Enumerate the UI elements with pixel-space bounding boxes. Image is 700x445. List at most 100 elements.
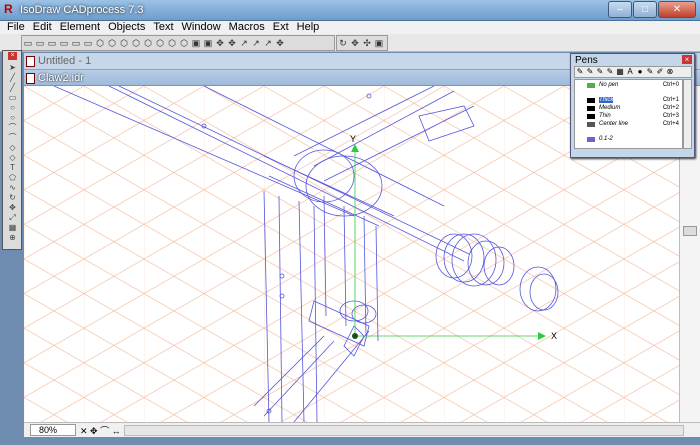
title-bar: R IsoDraw CADprocess 7.3 – □ ✕ bbox=[0, 0, 700, 21]
menu-macros[interactable]: Macros bbox=[225, 21, 269, 34]
paste-icon[interactable]: ▭ bbox=[82, 36, 94, 50]
pens-panel-title: Pens bbox=[575, 55, 598, 66]
move-tool-icon[interactable]: ✥ bbox=[5, 203, 20, 212]
pen-row-thick[interactable]: Thick Ctrl+1 bbox=[577, 97, 681, 104]
zoom-tool-icon[interactable]: ⊕ bbox=[5, 233, 20, 242]
y-axis-label: Y bbox=[350, 134, 356, 144]
pen-icon[interactable]: ✎ bbox=[585, 67, 595, 77]
pen-name: Thin bbox=[599, 113, 611, 119]
save-icon[interactable]: ▭ bbox=[46, 36, 58, 50]
cube-icon[interactable]: ⬡ bbox=[142, 36, 154, 50]
iso-tool-icon[interactable]: ◇ bbox=[5, 153, 20, 162]
pen-shortcut: Ctrl+2 bbox=[662, 105, 679, 111]
menu-edit[interactable]: Edit bbox=[29, 21, 56, 34]
text-tool-icon[interactable]: T bbox=[5, 163, 20, 172]
cube-icon[interactable]: ⬡ bbox=[130, 36, 142, 50]
close-icon[interactable]: × bbox=[682, 55, 692, 64]
move-icon[interactable]: ✥ bbox=[349, 36, 361, 50]
pen-shortcut: Ctrl+1 bbox=[662, 97, 679, 103]
cube-icon[interactable]: ⬡ bbox=[154, 36, 166, 50]
menu-element[interactable]: Element bbox=[56, 21, 104, 34]
cube-icon[interactable]: ⬡ bbox=[106, 36, 118, 50]
pen-icon[interactable]: ✎ bbox=[575, 67, 585, 77]
pens-toolbar: ✎ ✎ ✎ ✎ ▦ A ● ✎ ✐ ⊗ bbox=[574, 66, 692, 78]
menu-file[interactable]: File bbox=[3, 21, 29, 34]
bezier-tool-icon[interactable]: ∿ bbox=[5, 183, 20, 192]
pen-row-center-line[interactable]: Center line Ctrl+4 bbox=[577, 121, 681, 128]
cube-icon[interactable]: ⬡ bbox=[118, 36, 130, 50]
maximize-button[interactable]: □ bbox=[633, 1, 657, 18]
close-icon[interactable]: × bbox=[8, 52, 17, 60]
curve-tool-icon[interactable]: ⌒ bbox=[5, 123, 20, 132]
iso-tool-icon[interactable]: ◇ bbox=[5, 143, 20, 152]
pen-icon[interactable]: ✎ bbox=[595, 67, 605, 77]
zoom-level[interactable]: 80% bbox=[30, 424, 76, 436]
menu-objects[interactable]: Objects bbox=[104, 21, 149, 34]
line-tool-icon[interactable]: ╱ bbox=[5, 83, 20, 92]
pen-icon[interactable]: ✎ bbox=[605, 67, 615, 77]
cube-icon[interactable]: ⬡ bbox=[178, 36, 190, 50]
text-icon[interactable]: A bbox=[625, 67, 635, 77]
pen-name: Medium bbox=[599, 105, 621, 111]
brush-icon[interactable]: ✐ bbox=[655, 67, 665, 77]
cube-icon[interactable]: ⬡ bbox=[166, 36, 178, 50]
pens-scrollbar[interactable] bbox=[683, 79, 692, 149]
window-bottom-edge bbox=[0, 437, 700, 445]
hatch-icon[interactable]: ▦ bbox=[615, 67, 625, 77]
pen-name: No pen bbox=[599, 82, 619, 88]
scroll-thumb[interactable] bbox=[683, 226, 697, 236]
minimize-button[interactable]: – bbox=[608, 1, 632, 18]
arrow-icon[interactable]: ↗ bbox=[238, 36, 250, 50]
pen-swatch bbox=[587, 83, 595, 88]
pen-swatch bbox=[587, 137, 595, 142]
pen-row-no-pen[interactable]: No pen Ctrl+0 bbox=[577, 82, 681, 89]
copy-icon[interactable]: ▭ bbox=[70, 36, 82, 50]
camera-icon[interactable]: ▣ bbox=[373, 36, 385, 50]
close-button[interactable]: ✕ bbox=[658, 1, 696, 18]
cylinder-icon[interactable]: ▣ bbox=[190, 36, 202, 50]
rotate-tool-icon[interactable]: ↻ bbox=[5, 193, 20, 202]
move-icon[interactable]: ✥ bbox=[226, 36, 238, 50]
pen-name: Thick bbox=[599, 97, 614, 103]
rect-tool-icon[interactable]: ▭ bbox=[5, 93, 20, 102]
menu-text[interactable]: Text bbox=[149, 21, 177, 34]
menu-bar: File Edit Element Objects Text Window Ma… bbox=[0, 21, 700, 34]
pen-icon[interactable]: ✎ bbox=[645, 67, 655, 77]
horizontal-scrollbar[interactable] bbox=[124, 425, 684, 436]
arrow-icon[interactable]: ↗ bbox=[262, 36, 274, 50]
line-tool-icon[interactable]: ╱ bbox=[5, 73, 20, 82]
new-icon[interactable]: ▭ bbox=[22, 36, 34, 50]
open-icon[interactable]: ▭ bbox=[34, 36, 46, 50]
main-toolbar: ▭ ▭ ▭ ▭ ▭ ▭ ⬡ ⬡ ⬡ ⬡ ⬡ ⬡ ⬡ ⬡ ▣ ▣ ✥ ✥ ↗ ↗ … bbox=[0, 34, 700, 52]
cube-icon[interactable]: ⬡ bbox=[94, 36, 106, 50]
camera-icon[interactable]: ▣ bbox=[202, 36, 214, 50]
menu-window[interactable]: Window bbox=[178, 21, 225, 34]
pens-list: No pen Ctrl+0 Thick Ctrl+1 Medium Ctrl+2… bbox=[574, 79, 683, 149]
transform-icon[interactable]: ✣ bbox=[361, 36, 373, 50]
pointer-tool-icon[interactable]: ➤ bbox=[5, 63, 20, 72]
stop-icon[interactable]: ⊗ bbox=[665, 67, 675, 77]
curve-tool-icon[interactable]: ⌒ bbox=[5, 133, 20, 142]
scale-tool-icon[interactable]: ⤢ bbox=[5, 213, 20, 222]
pen-row-0-1-2[interactable]: 0.1-2 bbox=[577, 136, 681, 143]
cut-icon[interactable]: ▭ bbox=[58, 36, 70, 50]
menu-help[interactable]: Help bbox=[293, 21, 324, 34]
pen-row-thin[interactable]: Thin Ctrl+3 bbox=[577, 113, 681, 120]
move-icon[interactable]: ✥ bbox=[214, 36, 226, 50]
pen-swatch bbox=[587, 98, 595, 103]
toolbar-strip: ▭ ▭ ▭ ▭ ▭ ▭ ⬡ ⬡ ⬡ ⬡ ⬡ ⬡ ⬡ ⬡ ▣ ▣ ✥ ✥ ↗ ↗ … bbox=[21, 35, 335, 51]
color-icon[interactable]: ● bbox=[635, 67, 645, 77]
polygon-tool-icon[interactable]: ⬠ bbox=[5, 173, 20, 182]
x-axis-label: X bbox=[551, 331, 557, 341]
rotate-icon[interactable]: ↻ bbox=[337, 36, 349, 50]
pen-shortcut: Ctrl+4 bbox=[662, 121, 679, 127]
menu-ext[interactable]: Ext bbox=[269, 21, 293, 34]
ellipse-tool-icon[interactable]: ○ bbox=[5, 113, 20, 122]
hatch-tool-icon[interactable]: ▦ bbox=[5, 223, 20, 232]
move-icon[interactable]: ✥ bbox=[274, 36, 286, 50]
pen-row-medium[interactable]: Medium Ctrl+2 bbox=[577, 105, 681, 112]
ellipse-tool-icon[interactable]: ○ bbox=[5, 103, 20, 112]
arrow-icon[interactable]: ↗ bbox=[250, 36, 262, 50]
status-tools-icon[interactable]: ✕ ✥ ⌒ ↔ bbox=[80, 424, 121, 437]
origin-point bbox=[352, 333, 358, 339]
